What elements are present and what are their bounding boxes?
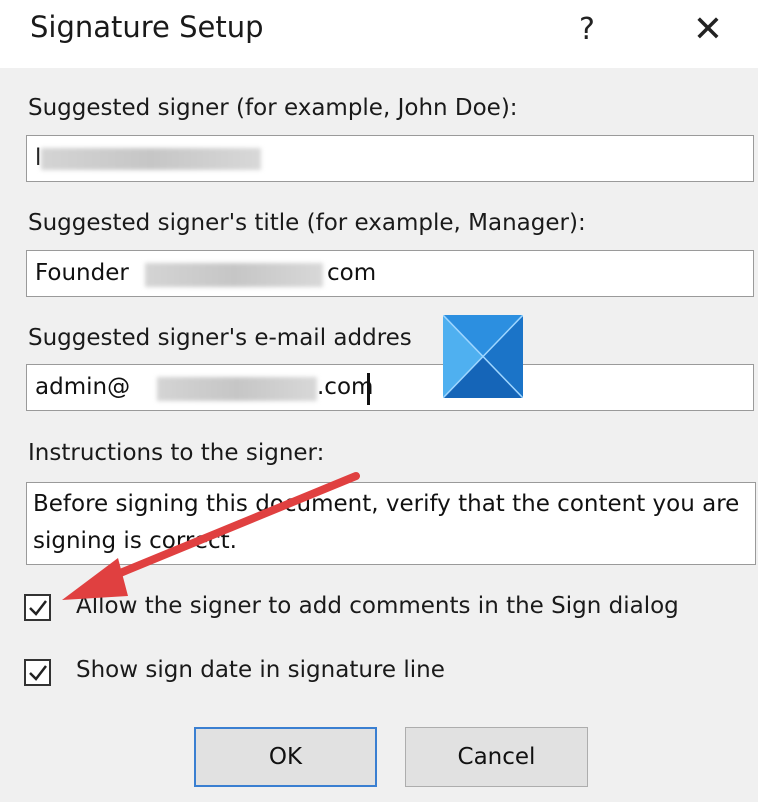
signature-setup-dialog: Signature Setup ? ✕ Suggested signer (fo…	[0, 0, 758, 802]
cancel-button[interactable]: Cancel	[405, 727, 588, 787]
annotation-arrow-icon	[62, 472, 360, 600]
ok-button[interactable]: OK	[194, 727, 377, 787]
